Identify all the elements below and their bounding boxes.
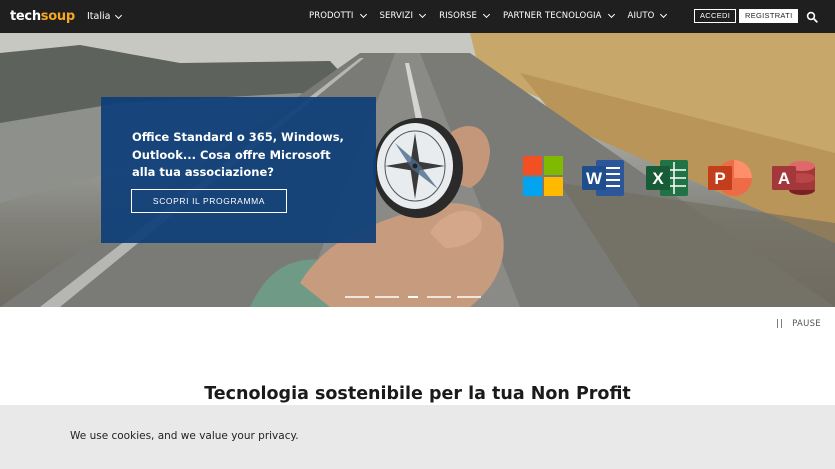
access-icon: A [772, 161, 815, 195]
section-headline: Tecnologia sostenibile per la tua Non Pr… [204, 384, 631, 404]
search-icon[interactable] [806, 11, 818, 23]
login-button[interactable]: ACCEDI [694, 9, 737, 23]
techsoup-logo[interactable]: techsoup [10, 9, 75, 24]
menu-partner-tecnologia[interactable]: PARTNER TECNOLOGIA [502, 10, 615, 21]
microsoft-logo-icon [523, 156, 563, 196]
menu-label-prodotti: PRODOTTI [309, 11, 354, 21]
logo-text-tech: tech [10, 9, 41, 24]
carousel-dot-1[interactable] [345, 296, 369, 298]
top-navigation-bar: techsoup Italia PRODOTTI SERVIZI RISORSE… [0, 0, 835, 33]
menu-servizi[interactable]: SERVIZI [379, 10, 427, 21]
chevron-down-icon [482, 10, 490, 19]
logo-text-soup: soup [40, 9, 75, 24]
discover-program-button[interactable]: SCOPRI IL PROGRAMMA [131, 189, 287, 213]
word-icon: W [582, 160, 624, 196]
menu-aiuto[interactable]: AIUTO [627, 10, 668, 21]
menu-risorse[interactable]: RISORSE [439, 10, 490, 21]
menu-label-aiuto: AIUTO [627, 11, 655, 21]
menu-prodotti[interactable]: PRODOTTI [309, 10, 367, 21]
register-button[interactable]: REGISTRATI [739, 9, 799, 23]
excel-icon: X [646, 160, 688, 196]
region-selector[interactable]: Italia [87, 11, 123, 22]
chevron-down-icon [660, 10, 668, 19]
carousel-dot-3-active[interactable] [408, 296, 418, 298]
region-label: Italia [87, 11, 111, 22]
powerpoint-icon: P [708, 160, 752, 196]
chevron-down-icon [359, 10, 367, 19]
powerpoint-letter: P [714, 169, 725, 188]
carousel-dot-4[interactable] [427, 296, 451, 298]
main-menu: PRODOTTI SERVIZI RISORSE PARTNER TECNOLO… [309, 10, 680, 21]
cookie-banner: We use cookies, and we value your privac… [0, 405, 835, 469]
promo-text: Office Standard o 365, Windows, Outlook.… [132, 130, 344, 179]
chevron-down-icon [419, 10, 427, 19]
carousel-dot-5[interactable] [457, 296, 481, 298]
carousel-pause-button[interactable]: || PAUSE [776, 319, 821, 329]
hero-carousel: Office Standard o 365, Windows, Outlook.… [0, 33, 835, 307]
word-letter: W [586, 169, 603, 188]
access-letter: A [778, 169, 790, 188]
excel-letter: X [652, 169, 664, 188]
pause-label: PAUSE [792, 319, 821, 329]
cookie-message: We use cookies, and we value your privac… [70, 430, 299, 442]
chevron-down-icon [115, 11, 123, 19]
pause-icon: || [776, 319, 785, 329]
menu-label-servizi: SERVIZI [379, 11, 414, 21]
menu-label-risorse: RISORSE [439, 11, 477, 21]
chevron-down-icon [607, 10, 615, 19]
carousel-dot-2[interactable] [375, 296, 399, 298]
promo-panel: Office Standard o 365, Windows, Outlook.… [101, 97, 376, 243]
menu-label-partner-tecnologia: PARTNER TECNOLOGIA [502, 11, 602, 21]
carousel-indicators [345, 296, 481, 298]
